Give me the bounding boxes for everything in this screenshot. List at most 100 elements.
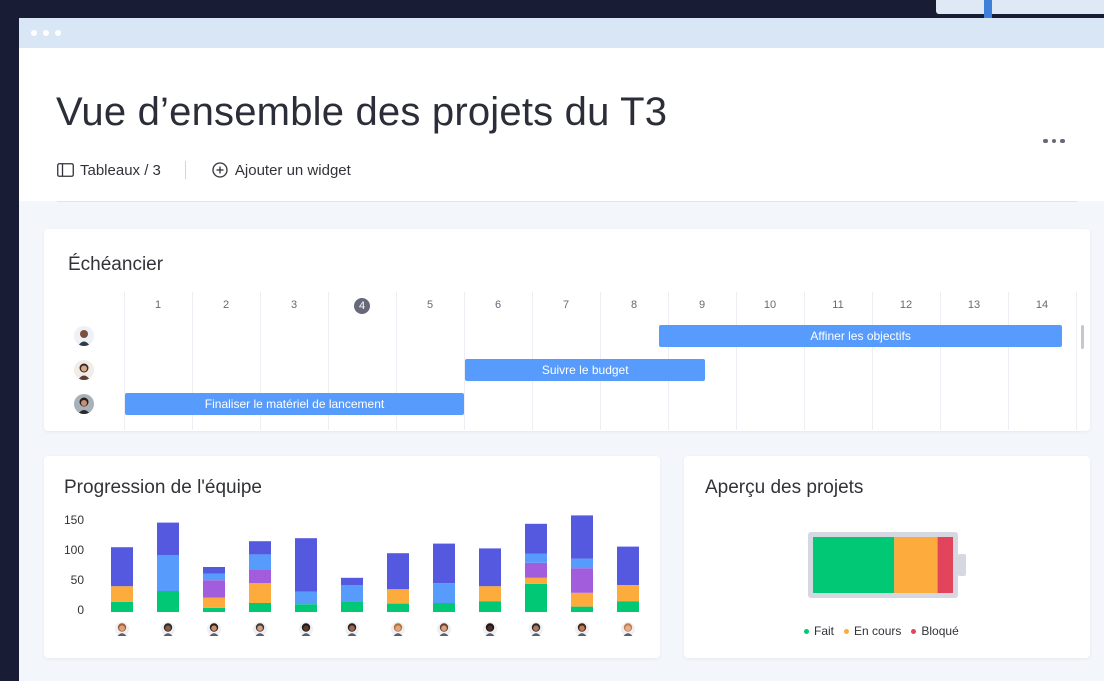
timeline-gridline [1008,292,1009,430]
avatar[interactable] [115,622,129,636]
bar-segment[interactable] [157,555,179,591]
timeline-bar[interactable]: Suivre le budget [465,359,706,381]
bar-segment[interactable] [571,592,593,607]
timeline-gridline [872,292,873,430]
timeline-scrollbar[interactable] [1081,325,1084,349]
avatar[interactable] [437,622,451,636]
team-progress-chart [111,515,639,636]
avatar[interactable] [621,622,635,636]
more-horizontal-icon[interactable] [1043,130,1069,148]
window-dot[interactable] [55,30,61,36]
window-titlebar [19,18,1104,48]
legend-label: En cours [854,624,902,638]
bar-segment[interactable] [433,603,455,612]
y-tick-label: 0 [77,603,84,617]
battery-segment-in-progress[interactable] [894,537,938,593]
projects-overview-widget[interactable]: Aperçu des projets Fait En cours Bloqué [684,456,1090,658]
add-widget-button[interactable]: Ajouter un widget [212,162,351,179]
bar-segment[interactable] [387,589,409,604]
timeline-day: 6 [494,299,502,311]
timeline-day: 8 [630,299,638,311]
bar-segment[interactable] [571,558,593,569]
battery-segment-done[interactable] [813,537,895,593]
avatar[interactable] [575,622,589,636]
avatar[interactable] [253,622,267,636]
timeline-day: 7 [562,299,570,311]
timeline-bar[interactable]: Finaliser le matériel de lancement [125,393,464,415]
bar-segment[interactable] [341,601,363,612]
bar-segment[interactable] [617,585,639,602]
bar-segment[interactable] [111,586,133,602]
boards-button[interactable]: Tableaux / 3 [57,162,161,179]
bar-segment[interactable] [525,523,547,554]
bar-segment[interactable] [203,597,225,608]
background-accent-bar [984,0,992,18]
bar-segment[interactable] [295,538,317,592]
bar-segment[interactable] [617,546,639,585]
bar-segment[interactable] [249,603,271,612]
bar-segment[interactable] [295,591,317,605]
timeline-gridline [1076,292,1077,430]
avatar[interactable] [161,622,175,636]
avatar[interactable] [74,360,94,380]
bar-segment[interactable] [387,553,409,590]
timeline-widget[interactable]: Échéancier 1 2 3 4 5 6 7 8 9 10 11 12 13 14 Affiner le… [44,229,1090,431]
team-progress-widget[interactable]: Progression de l'équipe 150 100 50 0 [44,456,660,658]
avatar[interactable] [391,622,405,636]
avatar[interactable] [345,622,359,636]
bar-segment[interactable] [479,586,501,602]
background-window-edge [936,0,1104,14]
bar-segment[interactable] [617,601,639,612]
timeline-gridline [736,292,737,430]
bar-segment[interactable] [571,568,593,593]
bar-segment[interactable] [525,562,547,578]
bar-segment[interactable] [341,577,363,585]
avatar[interactable] [483,622,497,636]
legend-dot [804,628,809,634]
board-icon [57,163,74,177]
bar-segment[interactable] [157,522,179,555]
bar-segment[interactable] [525,553,547,563]
window-dot[interactable] [43,30,49,36]
bar-segment[interactable] [525,577,547,584]
bar-segment[interactable] [479,548,501,587]
avatar[interactable] [529,622,543,636]
timeline-day: 9 [698,299,706,311]
bar-segment[interactable] [525,583,547,612]
avatar[interactable] [74,326,94,346]
bar-segment[interactable] [249,583,271,603]
battery-tip [958,554,966,576]
bar-segment[interactable] [249,569,271,584]
legend-item-blocked: Bloqué [911,624,959,638]
bar-segment[interactable] [249,541,271,555]
timeline-day: 1 [154,299,162,311]
bar-segment[interactable] [387,603,409,612]
battery-segment-blocked[interactable] [937,537,953,593]
y-tick-label: 50 [70,573,84,587]
timeline-bar[interactable]: Affiner les objectifs [658,325,1063,347]
bar-segment[interactable] [249,554,271,570]
bar-segment[interactable] [157,591,179,612]
timeline-day: 10 [763,299,777,311]
timeline-day: 5 [426,299,434,311]
avatar[interactable] [299,622,313,636]
bar-segment[interactable] [203,580,225,598]
bar-segment[interactable] [433,543,455,584]
bar-segment[interactable] [433,583,455,603]
bar-segment[interactable] [111,601,133,612]
toolbar-divider [184,161,186,179]
bar-segment[interactable] [203,567,225,574]
bar-segment[interactable] [571,515,593,559]
bar-segment[interactable] [341,585,363,602]
avatar[interactable] [74,394,94,414]
bar-segment[interactable] [111,547,133,587]
bar-segment[interactable] [203,573,225,581]
bar-segment[interactable] [479,601,501,612]
avatar[interactable] [207,622,221,636]
bar-segment[interactable] [203,607,225,612]
bar-segment[interactable] [571,606,593,612]
timeline-day: 13 [967,299,981,311]
bar-segment[interactable] [295,604,317,612]
window-dot[interactable] [31,30,37,36]
timeline-gridline [804,292,805,430]
